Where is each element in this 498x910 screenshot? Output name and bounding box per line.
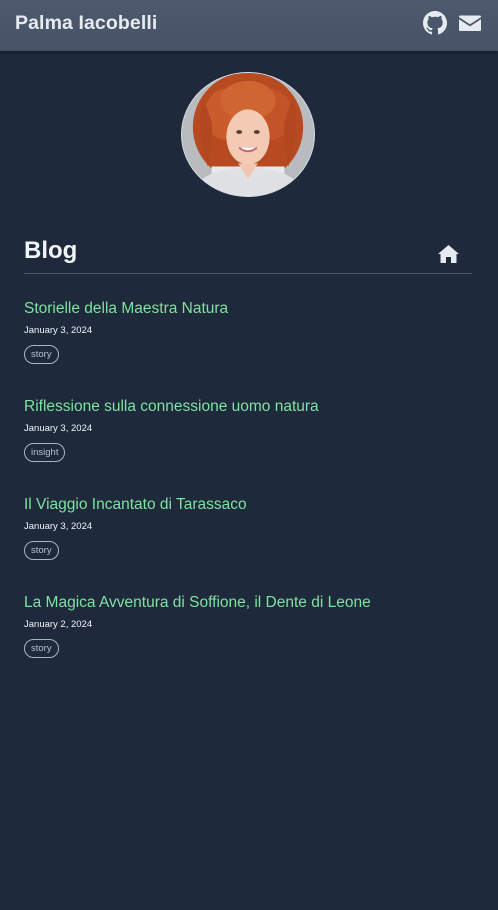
list-item: Riflessione sulla connessione uomo natur…	[24, 396, 474, 494]
tag-badge[interactable]: story	[24, 541, 59, 560]
envelope-icon[interactable]	[458, 11, 482, 35]
list-item: La Magica Avventura di Soffione, il Dent…	[24, 592, 474, 690]
post-date: January 3, 2024	[24, 423, 93, 434]
post-title-link[interactable]: La Magica Avventura di Soffione, il Dent…	[24, 592, 474, 614]
site-header: Palma Iacobelli	[0, 0, 498, 51]
post-title-link[interactable]: Il Viaggio Incantato di Tarassaco	[24, 494, 474, 516]
post-title-link[interactable]: Riflessione sulla connessione uomo natur…	[24, 396, 474, 418]
post-title-link[interactable]: Storielle della Maestra Natura	[24, 298, 474, 320]
avatar	[181, 72, 315, 197]
list-item: Storielle della Maestra Natura January 3…	[24, 298, 474, 396]
post-date: January 3, 2024	[24, 521, 93, 532]
post-list: Storielle della Maestra Natura January 3…	[24, 298, 474, 690]
list-item: Il Viaggio Incantato di Tarassaco Januar…	[24, 494, 474, 592]
github-icon[interactable]	[423, 11, 447, 35]
divider	[24, 273, 472, 274]
tag-badge[interactable]: story	[24, 345, 59, 364]
site-title-link[interactable]: Palma Iacobelli	[15, 12, 157, 35]
home-icon[interactable]	[438, 245, 459, 263]
post-date: January 2, 2024	[24, 619, 93, 630]
post-date: January 3, 2024	[24, 325, 93, 336]
blog-heading: Blog	[24, 237, 78, 264]
tag-badge[interactable]: insight	[24, 443, 66, 462]
profile-photo	[182, 73, 314, 196]
tag-badge[interactable]: story	[24, 639, 59, 658]
